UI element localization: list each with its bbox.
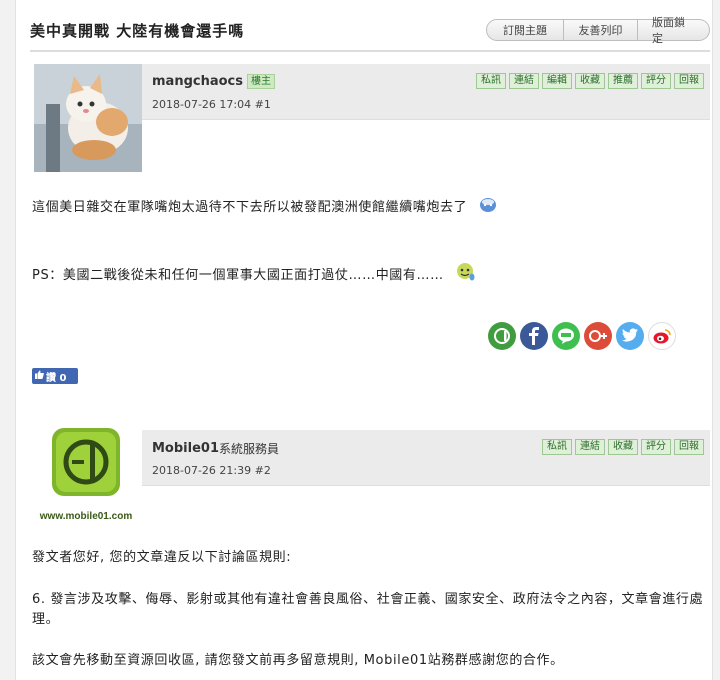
facebook-icon[interactable] [520,322,548,350]
author-role: 系統服務員 [219,442,280,456]
subscribe-topic-button[interactable]: 訂閱主題 [486,19,564,41]
favorite-button[interactable]: 收藏 [575,73,605,89]
line-icon[interactable] [552,322,580,350]
avatar-mobile01[interactable]: www.mobile01.com [34,426,138,526]
rate-button[interactable]: 評分 [641,73,671,89]
post-2-paragraph-1: 發文者您好, 您的文章違反以下討論區規則: [32,550,292,565]
post-2-paragraph-3: 該文會先移動至資源回收區, 請您發文前再多留意規則, Mobile01站務群感謝… [32,653,564,668]
post-2-tools: 私訊 連結 收藏 評分 回報 [542,439,704,455]
topic-actions: 訂閱主題 友善列印 版面鎖定 [486,16,710,45]
favorite-button[interactable]: 收藏 [608,439,638,455]
like-button[interactable]: 讚 0 [32,368,78,384]
drool-smiley-icon [456,262,476,289]
share-row [488,322,676,350]
mobile01-share-icon[interactable] [488,322,516,350]
post-meta: 2018-07-26 21:39 #2 [152,464,271,477]
thumbs-up-icon [35,370,44,382]
pm-button[interactable]: 私訊 [476,73,506,89]
post-2-paragraph-2: 6. 發言涉及攻擊、侮辱、影射或其他有違社會善良風俗、社會正義、國家安全、政府法… [32,592,704,627]
report-button[interactable]: 回報 [674,439,704,455]
pm-button[interactable]: 私訊 [542,439,572,455]
report-button[interactable]: 回報 [674,73,704,89]
like-count: 讚 0 [46,372,67,384]
avatar-mangchaocs[interactable] [34,64,142,172]
recommend-button[interactable]: 推薦 [608,73,638,89]
link-button[interactable]: 連結 [575,439,605,455]
page-left-margin [0,0,16,680]
post-2-header: Mobile01 系統服務員 2018-07-26 21:39 #2 私訊 連結… [142,430,710,486]
edit-button[interactable]: 編輯 [542,73,572,89]
author-name[interactable]: Mobile01 [152,441,219,456]
print-friendly-button[interactable]: 友善列印 [564,19,638,41]
lock-layout-button[interactable]: 版面鎖定 [638,16,710,45]
link-button[interactable]: 連結 [509,73,539,89]
page-scrollbar[interactable] [712,0,720,680]
post-meta: 2018-07-26 17:04 #1 [152,98,271,111]
post-1-paragraph-1: 這個美日雜交在軍隊嘴炮太過待不下去所以被發配澳洲使館繼續嘴炮去了 [32,195,498,220]
avatar-caption: www.mobile01.com [39,511,133,522]
thread-owner-badge: 樓主 [247,74,275,89]
rate-button[interactable]: 評分 [641,439,671,455]
post-1-tools: 私訊 連結 編輯 收藏 推薦 評分 回報 [476,73,704,89]
author-name[interactable]: mangchaocs [152,74,243,89]
sweat-smiley-icon [478,195,498,220]
topic-title: 美中真開戰 大陸有機會還手嗎 [30,22,245,40]
post-1-paragraph-2: PS：美國二戰後從未和任何一個軍事大國正面打過仗……中國有…… [32,262,476,289]
twitter-icon[interactable] [616,322,644,350]
google-plus-icon[interactable] [584,322,612,350]
topic-header: 美中真開戰 大陸有機會還手嗎 訂閱主題 友善列印 版面鎖定 [30,14,710,52]
weibo-icon[interactable] [648,322,676,350]
post-1-header: mangchaocs 樓主 2018-07-26 17:04 #1 私訊 連結 … [142,64,710,120]
